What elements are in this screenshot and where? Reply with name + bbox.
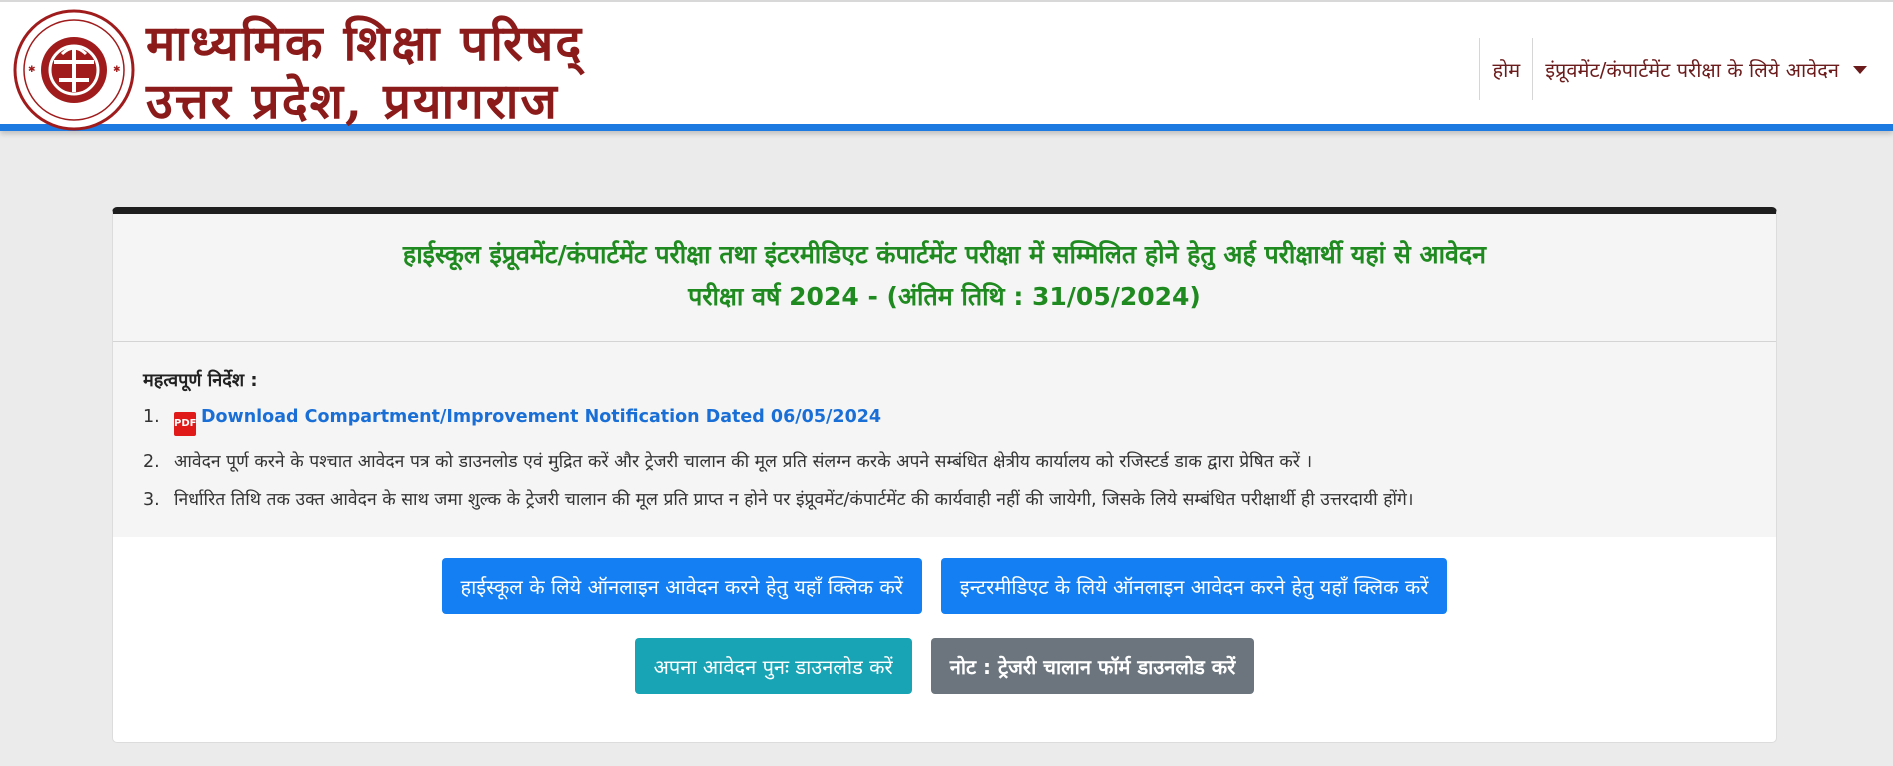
- list-item-number: 2.: [143, 452, 160, 472]
- list-item-number: 1.: [143, 407, 160, 427]
- instructions-list: 1. PDF Download Compartment/Improvement N…: [143, 405, 1746, 512]
- notification-download-link[interactable]: Download Compartment/Improvement Notific…: [201, 407, 881, 427]
- apply-buttons-row: हाईस्कूल के लिये ऑनलाइन आवेदन करने हेतु …: [113, 558, 1776, 614]
- list-item-number: 3.: [143, 490, 160, 510]
- list-item: 2. आवेदन पूर्ण करने के पश्चात आवेदन पत्र…: [143, 450, 1746, 474]
- list-item: 1. PDF Download Compartment/Improvement N…: [143, 405, 1746, 436]
- top-nav: होम इंप्रूवमेंट/कंपार्टमेंट परीक्षा के ल…: [1479, 38, 1879, 100]
- site-header: ✱ ✱ माध्यमिक शिक्षा परिषद् उत्तर प्रदेश,…: [0, 0, 1893, 131]
- treasury-challan-download-button[interactable]: नोट : ट्रेजरी चालान फॉर्म डाउनलोड करें: [930, 638, 1255, 694]
- application-card: हाईस्कूल इंप्रूवमेंट/कंपार्टमेंट परीक्षा…: [112, 207, 1777, 743]
- download-buttons-row: अपना आवेदन पुनः डाउनलोड करें नोट : ट्रेज…: [113, 638, 1776, 694]
- nav-apply-dropdown[interactable]: इंप्रूवमेंट/कंपार्टमेंट परीक्षा के लिये …: [1532, 38, 1879, 100]
- card-title-line-2: परीक्षा वर्ष 2024 - (अंतिम तिथि : 31/05/…: [688, 282, 1201, 311]
- highschool-apply-button[interactable]: हाईस्कूल के लिये ऑनलाइन आवेदन करने हेतु …: [441, 558, 922, 614]
- list-item-text: आवेदन पूर्ण करने के पश्चात आवेदन पत्र को…: [174, 452, 1313, 472]
- site-brand[interactable]: माध्यमिक शिक्षा परिषद् उत्तर प्रदेश, प्र…: [146, 14, 583, 130]
- card-title-line-1: हाईस्कूल इंप्रूवमेंट/कंपार्टमेंट परीक्षा…: [402, 240, 1487, 269]
- svg-text:✱: ✱: [113, 65, 121, 75]
- caret-down-icon: [1853, 66, 1867, 74]
- svg-text:✱: ✱: [28, 65, 36, 75]
- nav-apply-label: इंप्रूवमेंट/कंपार्टमेंट परीक्षा के लिये …: [1545, 57, 1839, 82]
- pdf-icon: PDF: [174, 412, 196, 436]
- board-logo[interactable]: ✱ ✱: [12, 8, 136, 132]
- intermediate-apply-button[interactable]: इन्टरमीडिएट के लिये ऑनलाइन आवेदन करने हे…: [940, 558, 1448, 614]
- brand-line-2: उत्तर प्रदेश, प्रयागराज: [146, 72, 559, 130]
- card-header: हाईस्कूल इंप्रूवमेंट/कंपार्टमेंट परीक्षा…: [113, 214, 1776, 342]
- brand-line-1: माध्यमिक शिक्षा परिषद्: [146, 14, 584, 72]
- instructions-heading: महत्वपूर्ण निर्देश :: [143, 370, 258, 391]
- instructions-section: महत्वपूर्ण निर्देश : 1. PDF Download Comp…: [113, 342, 1776, 537]
- list-item-text: निर्धारित तिथि तक उक्त आवेदन के साथ जमा …: [174, 490, 1414, 510]
- list-item: 3. निर्धारित तिथि तक उक्त आवेदन के साथ ज…: [143, 488, 1746, 512]
- redownload-application-button[interactable]: अपना आवेदन पुनः डाउनलोड करें: [634, 638, 912, 694]
- nav-home-label: होम: [1492, 57, 1521, 82]
- nav-home[interactable]: होम: [1479, 38, 1532, 100]
